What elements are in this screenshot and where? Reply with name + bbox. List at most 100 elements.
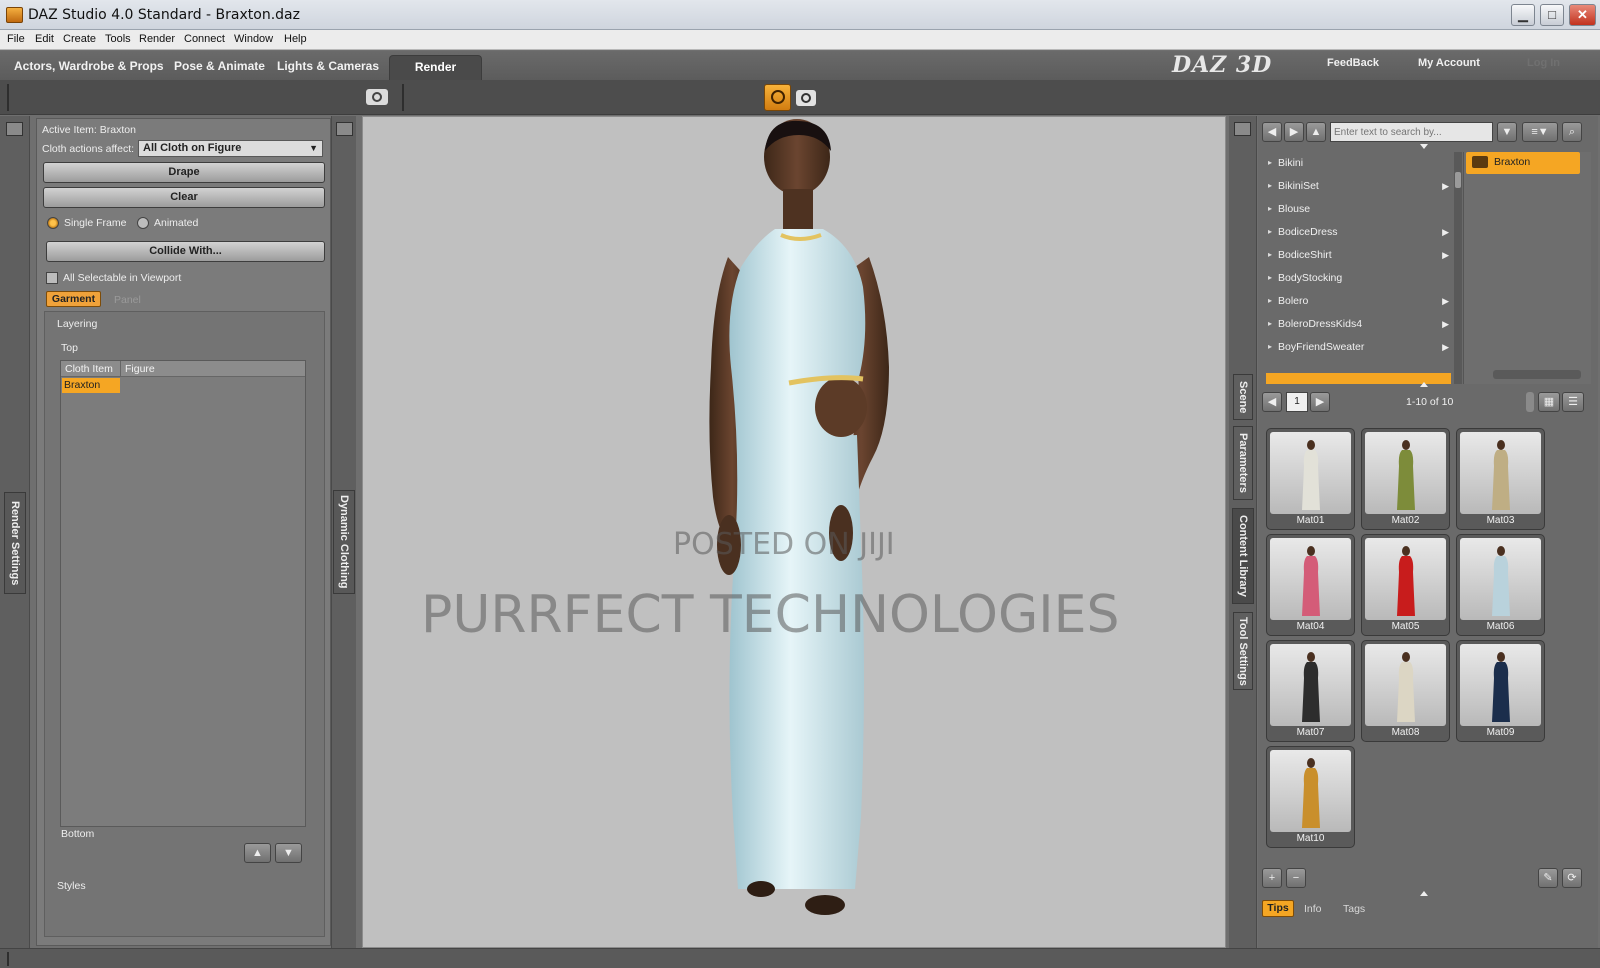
material-preview	[1270, 538, 1351, 620]
tab-dynamic-clothing[interactable]: Dynamic Clothing	[333, 490, 355, 594]
dress-icon	[1298, 758, 1324, 830]
menu-edit[interactable]: Edit	[35, 33, 54, 45]
cloth-affect-value: All Cloth on Figure	[143, 142, 241, 154]
material-preview	[1270, 432, 1351, 514]
maximize-icon[interactable]: □	[1540, 4, 1564, 26]
material-thumbnail[interactable]: Mat08	[1361, 640, 1450, 742]
material-preview	[1270, 750, 1351, 832]
bottom-label: Bottom	[61, 828, 94, 840]
all-selectable-label: All Selectable in Viewport	[63, 272, 181, 284]
menu-connect[interactable]: Connect	[184, 33, 225, 45]
column-figure[interactable]: Figure	[125, 363, 155, 375]
tab-render-settings[interactable]: Render Settings	[4, 492, 26, 594]
tab-content-library[interactable]: Content Library	[1232, 508, 1254, 604]
dress-icon	[1298, 440, 1324, 512]
material-thumbnail[interactable]: Mat06	[1456, 534, 1545, 636]
cloth-panel-dock: Dynamic Clothing	[331, 116, 356, 948]
tab-garment[interactable]: Garment	[46, 291, 101, 307]
minimize-icon[interactable]: ▁	[1511, 4, 1535, 26]
cloth-affect-label: Cloth actions affect:	[42, 143, 134, 155]
tab-info[interactable]: Info	[1304, 903, 1322, 915]
toolbar-grip	[7, 84, 9, 111]
edit-icon[interactable]: ✎	[1538, 868, 1558, 888]
tab-tags[interactable]: Tags	[1343, 903, 1365, 915]
menu-tools[interactable]: Tools	[105, 33, 131, 45]
tab-lights-cameras[interactable]: Lights & Cameras	[277, 59, 379, 73]
tab-panel[interactable]: Panel	[114, 294, 141, 306]
camera-icon[interactable]	[366, 89, 388, 105]
move-down-icon[interactable]: ▼	[275, 843, 302, 863]
move-up-icon[interactable]: ▲	[244, 843, 271, 863]
refresh-icon[interactable]: ⟳	[1562, 868, 1582, 888]
render-camera-icon[interactable]	[796, 90, 816, 106]
watermark-posted: POSTED ON JIJI	[673, 527, 895, 562]
close-icon[interactable]: ✕	[1569, 4, 1596, 26]
panel-menu-icon[interactable]	[336, 122, 353, 136]
add-icon[interactable]: +	[1262, 868, 1282, 888]
material-preview	[1460, 432, 1541, 514]
window-title: DAZ Studio 4.0 Standard - Braxton.daz	[28, 7, 300, 23]
menu-help[interactable]: Help	[284, 33, 307, 45]
feedback-link[interactable]: FeedBack	[1327, 57, 1379, 69]
splitter-handle[interactable]	[1420, 891, 1428, 896]
tab-actors-wardrobe[interactable]: Actors, Wardrobe & Props	[14, 59, 164, 73]
menu-file[interactable]: File	[7, 33, 25, 45]
drape-button[interactable]: Drape	[43, 162, 325, 183]
tab-parameters[interactable]: Parameters	[1233, 426, 1253, 500]
material-thumbnail[interactable]: Mat10	[1266, 746, 1355, 848]
material-thumbnail[interactable]: Mat05	[1361, 534, 1450, 636]
toolbar-separator	[402, 84, 404, 111]
chevron-down-icon: ▼	[309, 141, 318, 156]
top-label: Top	[61, 342, 78, 354]
dress-icon	[1488, 652, 1514, 724]
dress-icon	[1393, 546, 1419, 618]
dynamic-clothing-panel: Active Item: Braxton Cloth actions affec…	[36, 118, 331, 946]
material-thumbnail[interactable]: Mat07	[1266, 640, 1355, 742]
menu-window[interactable]: Window	[234, 33, 273, 45]
material-label: Mat08	[1362, 727, 1449, 738]
render-viewport[interactable]: POSTED ON JIJI PURRFECT TECHNOLOGIES	[362, 116, 1226, 948]
material-label: Mat06	[1457, 621, 1544, 632]
material-preview	[1460, 644, 1541, 726]
dress-icon	[1393, 652, 1419, 724]
material-label: Mat02	[1362, 515, 1449, 526]
panel-menu-icon[interactable]	[1234, 122, 1251, 136]
table-row[interactable]: Braxton	[62, 378, 120, 393]
right-dock: Scene Parameters Content Library Tool Se…	[1229, 116, 1257, 948]
toolbar	[0, 80, 1600, 115]
menu-create[interactable]: Create	[63, 33, 96, 45]
all-selectable-checkbox[interactable]	[46, 272, 58, 284]
material-thumbnail[interactable]: Mat04	[1266, 534, 1355, 636]
cloth-affect-select[interactable]: All Cloth on Figure ▼	[138, 140, 323, 157]
tab-render[interactable]: Render	[389, 55, 482, 80]
clear-button[interactable]: Clear	[43, 187, 325, 208]
animated-label: Animated	[154, 217, 198, 229]
styles-label: Styles	[57, 880, 86, 892]
material-thumbnail[interactable]: Mat03	[1456, 428, 1545, 530]
tab-pose-animate[interactable]: Pose & Animate	[174, 59, 265, 73]
panel-menu-icon[interactable]	[6, 122, 23, 136]
material-thumbnail[interactable]: Mat09	[1456, 640, 1545, 742]
collide-with-button[interactable]: Collide With...	[46, 241, 325, 262]
tab-tips[interactable]: Tips	[1262, 900, 1294, 917]
single-frame-radio[interactable]	[47, 217, 59, 229]
column-cloth-item[interactable]: Cloth Item	[65, 363, 113, 375]
material-thumbnail[interactable]: Mat02	[1361, 428, 1450, 530]
material-label: Mat10	[1267, 833, 1354, 844]
menu-render[interactable]: Render	[139, 33, 175, 45]
material-label: Mat09	[1457, 727, 1544, 738]
material-thumbnail[interactable]: Mat01	[1266, 428, 1355, 530]
material-preview	[1365, 538, 1446, 620]
animated-radio[interactable]	[137, 217, 149, 229]
layering-table: Cloth Item Figure Braxton	[60, 360, 306, 827]
single-frame-label: Single Frame	[64, 217, 126, 229]
tab-tool-settings[interactable]: Tool Settings	[1233, 612, 1253, 690]
log-in-link[interactable]: Log In	[1527, 57, 1560, 69]
remove-icon[interactable]: −	[1286, 868, 1306, 888]
tab-scene[interactable]: Scene	[1233, 374, 1253, 420]
table-header: Cloth Item Figure	[61, 361, 305, 377]
material-preview	[1365, 432, 1446, 514]
dress-icon	[1298, 652, 1324, 724]
my-account-link[interactable]: My Account	[1418, 57, 1480, 69]
render-settings-icon[interactable]	[764, 84, 791, 111]
